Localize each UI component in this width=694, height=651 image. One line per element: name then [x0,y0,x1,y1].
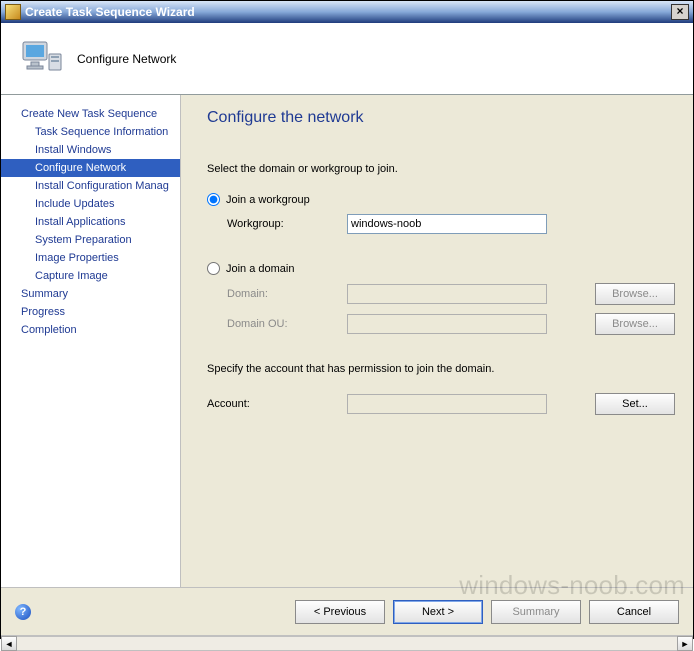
next-button[interactable]: Next > [393,600,483,624]
domain-ou-input [347,314,547,334]
sidebar-step[interactable]: System Preparation [1,231,180,249]
sidebar-step[interactable]: Install Windows [1,141,180,159]
titlebar: Create Task Sequence Wizard × [1,1,693,23]
summary-button: Summary [491,600,581,624]
radio-join-domain[interactable] [207,262,220,275]
instruction-text: Select the domain or workgroup to join. [207,163,675,175]
account-input [347,394,547,414]
tree-root-item[interactable]: Create New Task Sequence [1,105,180,123]
domain-input [347,284,547,304]
browse-domain-ou-button: Browse... [595,313,675,335]
close-button[interactable]: × [671,4,689,20]
sidebar-step[interactable]: Completion [1,321,180,339]
set-account-button[interactable]: Set... [595,393,675,415]
window-title: Create Task Sequence Wizard [25,5,195,19]
scroll-right-arrow-icon[interactable]: ► [677,636,693,651]
step-title: Configure Network [77,52,176,66]
sidebar-step[interactable]: Image Properties [1,249,180,267]
sidebar-step[interactable]: Summary [1,285,180,303]
wizard-window: Create Task Sequence Wizard × Configure … [0,0,694,639]
sidebar-step[interactable]: Capture Image [1,267,180,285]
workgroup-input[interactable] [347,214,547,234]
sidebar-step[interactable]: Progress [1,303,180,321]
label-domain-ou: Domain OU: [227,318,347,330]
sidebar-step[interactable]: Include Updates [1,195,180,213]
sidebar-step[interactable]: Task Sequence Information [1,123,180,141]
wizard-footer: ? < Previous Next > Summary Cancel [1,587,693,635]
label-domain: Domain: [227,288,347,300]
radio-join-workgroup[interactable] [207,193,220,206]
label-join-workgroup: Join a workgroup [226,194,310,206]
cancel-button[interactable]: Cancel [589,600,679,624]
label-account: Account: [207,398,347,410]
horizontal-scrollbar[interactable]: ◄ ► [1,635,693,651]
sidebar-step[interactable]: Install Applications [1,213,180,231]
label-join-domain: Join a domain [226,263,295,275]
page-heading: Configure the network [207,109,675,127]
sidebar-step[interactable]: Configure Network [1,159,180,177]
scroll-track[interactable] [17,636,677,651]
help-icon[interactable]: ? [15,604,31,620]
previous-button[interactable]: < Previous [295,600,385,624]
label-workgroup: Workgroup: [227,218,347,230]
computer-network-icon [19,36,65,82]
wizard-header: Configure Network [1,23,693,95]
wizard-content: Configure the network Select the domain … [181,95,693,587]
scroll-left-arrow-icon[interactable]: ◄ [1,636,17,651]
sidebar-step[interactable]: Install Configuration Manag [1,177,180,195]
account-instruction: Specify the account that has permission … [207,363,675,375]
app-icon [5,4,21,20]
wizard-steps-sidebar: Create New Task SequenceTask Sequence In… [1,95,181,587]
browse-domain-button: Browse... [595,283,675,305]
